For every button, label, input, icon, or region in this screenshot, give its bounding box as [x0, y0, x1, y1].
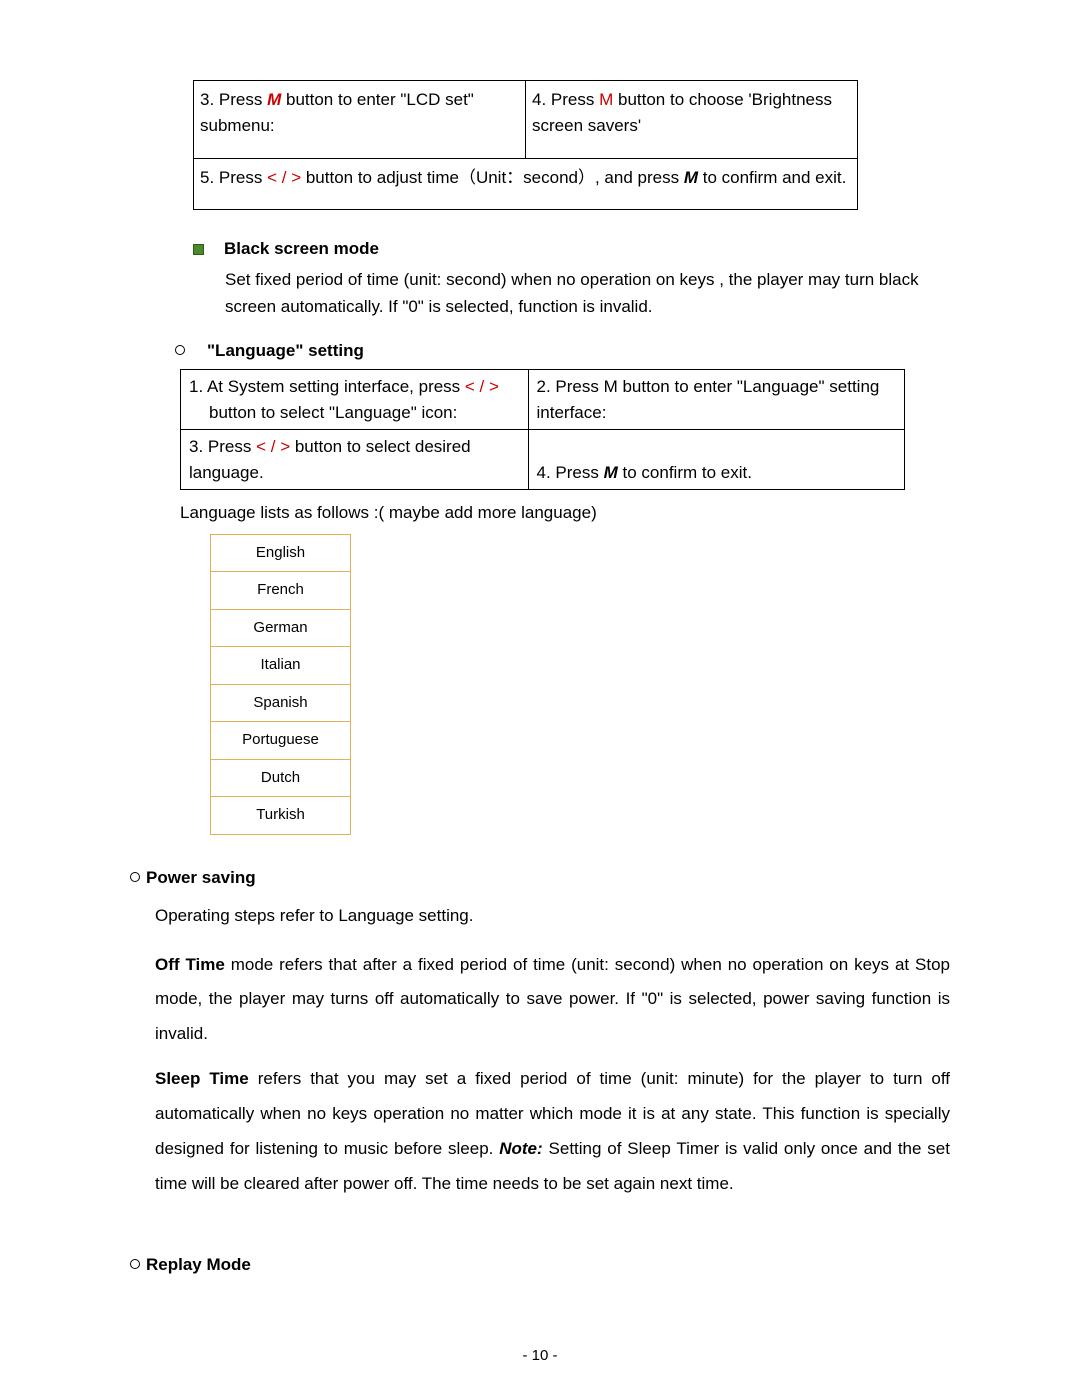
power-saving-line1: Operating steps refer to Language settin… — [155, 902, 950, 929]
lang-step4-m: M — [604, 463, 618, 482]
lang-step4-cell: 4. Press M to confirm to exit. — [528, 430, 904, 490]
lcd-step5-arrows: < / > — [267, 168, 301, 187]
page-number: - 10 - — [0, 1345, 1080, 1368]
lang-step4-a: 4. Press — [537, 463, 604, 482]
lang-row: Spanish — [211, 684, 351, 722]
lang-step1-arrows: < / > — [465, 377, 499, 396]
replay-heading: Replay Mode — [130, 1252, 950, 1278]
lang-step1-b: button to select "Language" icon: — [189, 403, 457, 422]
lcd-step3-m: M — [267, 90, 281, 109]
lcd-step5-b: button to adjust time（Unit：second）, and … — [301, 168, 684, 187]
lang-item: German — [211, 609, 351, 647]
circle-bullet-icon — [175, 345, 185, 355]
language-heading: "Language" setting — [175, 338, 950, 364]
circle-bullet-icon — [130, 1259, 140, 1269]
lcd-step4-cell: 4. Press M button to choose 'Brightness … — [526, 81, 858, 159]
lang-row: English — [211, 534, 351, 572]
lang-item: Spanish — [211, 684, 351, 722]
lang-item: Dutch — [211, 759, 351, 797]
lang-item: French — [211, 572, 351, 610]
lang-step4-b: to confirm to exit. — [618, 463, 752, 482]
lcd-step3-prefix: 3. Press — [200, 90, 267, 109]
circle-bullet-icon — [130, 872, 140, 882]
sleep-lead: Sleep Time — [155, 1069, 249, 1088]
language-list-table: English French German Italian Spanish Po… — [210, 534, 351, 835]
language-list-caption: Language lists as follows :( maybe add m… — [180, 500, 950, 526]
lang-step1-cell: 1. At System setting interface, press < … — [181, 370, 529, 430]
lcd-step5-cell: 5. Press < / > button to adjust time（Uni… — [194, 158, 858, 209]
lcd-step3-cell: 3. Press M button to enter "LCD set" sub… — [194, 81, 526, 159]
language-heading-text: "Language" setting — [207, 341, 364, 360]
lcd-set-table: 3. Press M button to enter "LCD set" sub… — [193, 80, 858, 210]
lang-row: French — [211, 572, 351, 610]
lcd-step4-m: M — [599, 90, 613, 109]
black-screen-body: Set fixed period of time (unit: second) … — [225, 266, 950, 320]
lang-step2-cell: 2. Press M button to enter "Language" se… — [528, 370, 904, 430]
lcd-step5-m: M — [684, 168, 698, 187]
lcd-step5-a: 5. Press — [200, 168, 267, 187]
lang-step1-a: 1. At System setting interface, press — [189, 377, 465, 396]
lang-row: Portuguese — [211, 722, 351, 760]
lcd-step5-c: to confirm and exit. — [698, 168, 846, 187]
power-saving-offtime: Off Time mode refers that after a fixed … — [155, 948, 950, 1053]
power-saving-sleeptime: Sleep Time refers that you may set a fix… — [155, 1062, 950, 1201]
sleep-note: Note: — [499, 1139, 542, 1158]
lang-item: Italian — [211, 647, 351, 685]
language-steps-table: 1. At System setting interface, press < … — [180, 369, 905, 490]
lang-step2: 2. Press M button to enter "Language" se… — [537, 377, 880, 422]
power-saving-heading: Power saving — [130, 865, 950, 891]
lang-row: Italian — [211, 647, 351, 685]
lang-row: Turkish — [211, 797, 351, 835]
replay-title: Replay Mode — [146, 1255, 251, 1274]
lang-step3-cell: 3. Press < / > button to select desired … — [181, 430, 529, 490]
page: 3. Press M button to enter "LCD set" sub… — [0, 0, 1080, 1397]
black-screen-title: Black screen mode — [224, 239, 379, 258]
lang-row: Dutch — [211, 759, 351, 797]
black-screen-heading: Black screen mode — [193, 236, 950, 262]
lcd-step4-prefix: 4. Press — [532, 90, 599, 109]
lang-item: English — [211, 534, 351, 572]
lang-step3-arrows: < / > — [256, 437, 290, 456]
offtime-body: mode refers that after a fixed period of… — [155, 955, 950, 1044]
lang-step3-a: 3. Press — [189, 437, 256, 456]
square-bullet-icon — [193, 244, 204, 255]
lang-item: Turkish — [211, 797, 351, 835]
offtime-lead: Off Time — [155, 955, 225, 974]
lang-row: German — [211, 609, 351, 647]
lang-item: Portuguese — [211, 722, 351, 760]
power-saving-title: Power saving — [146, 868, 256, 887]
